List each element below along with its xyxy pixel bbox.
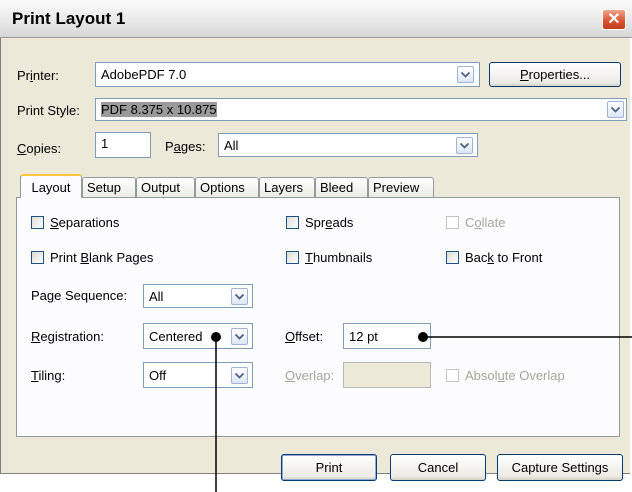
tab-layout[interactable]: Layout (20, 174, 82, 198)
registration-callout-dot (211, 332, 221, 342)
offset-callout-dot (418, 332, 428, 342)
callout-lines (211, 332, 632, 492)
